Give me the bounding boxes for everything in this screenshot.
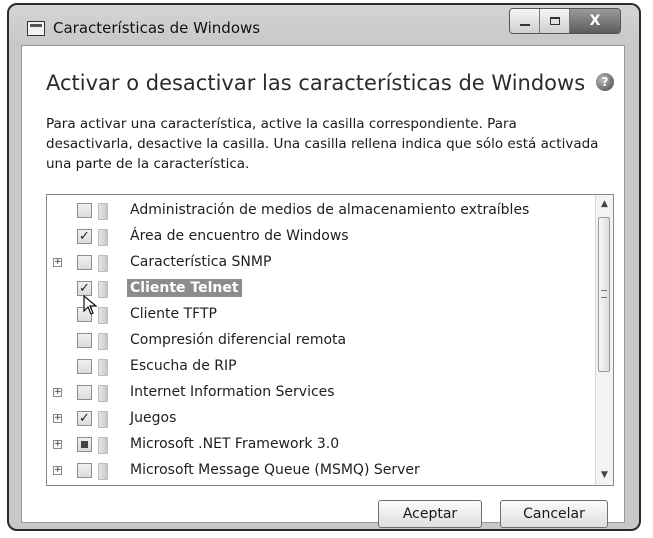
window-title: Características de Windows (53, 19, 261, 37)
instructions-text: Para activar una característica, active … (46, 116, 599, 172)
feature-checkbox[interactable] (77, 333, 92, 348)
folder-icon (98, 307, 108, 324)
window-app-icon (27, 21, 45, 36)
windows-features-dialog: Características de Windows X Activar o d… (7, 3, 641, 531)
scroll-up-arrow-icon[interactable]: ▲ (596, 196, 613, 213)
folder-icon (98, 255, 108, 272)
mouse-pointer-icon (83, 295, 98, 315)
feature-checkbox[interactable] (77, 385, 92, 400)
close-icon: X (589, 13, 601, 29)
feature-checkbox[interactable]: ✓ (77, 411, 92, 426)
expand-icon[interactable]: + (53, 414, 62, 423)
feature-label[interactable]: Característica SNMP (127, 253, 274, 271)
folder-icon (98, 229, 108, 246)
expand-icon[interactable]: + (53, 388, 62, 397)
folder-icon (98, 437, 108, 454)
folder-icon (98, 411, 108, 428)
feature-checkbox[interactable] (77, 359, 92, 374)
maximize-button[interactable] (540, 9, 570, 33)
feature-row[interactable]: + Microsoft Message Queue (MSMQ) Server (47, 459, 587, 485)
feature-checkbox[interactable]: ✓ (77, 229, 92, 244)
page-title: Activar o desactivar las características… (46, 71, 586, 95)
title-bar[interactable]: Características de Windows X (9, 5, 639, 47)
feature-checkbox[interactable] (77, 437, 92, 452)
minimize-button[interactable] (510, 9, 540, 33)
feature-label[interactable]: Área de encuentro de Windows (127, 227, 352, 245)
expand-icon[interactable]: + (53, 258, 62, 267)
feature-row[interactable]: + ✓ Juegos (47, 407, 587, 433)
feature-row[interactable]: Escucha de RIP (47, 355, 587, 381)
feature-checkbox[interactable] (77, 255, 92, 270)
folder-icon (98, 203, 108, 220)
feature-checkbox[interactable] (77, 463, 92, 478)
feature-row[interactable]: + Característica SNMP (47, 251, 587, 277)
feature-checkbox[interactable]: ✓ (77, 281, 92, 296)
features-tree[interactable]: Administración de medios de almacenamien… (46, 194, 614, 486)
folder-icon (98, 281, 108, 298)
feature-label[interactable]: Internet Information Services (127, 383, 338, 401)
folder-icon (98, 463, 108, 480)
expand-icon[interactable]: + (53, 466, 62, 475)
close-button[interactable]: X (570, 9, 620, 33)
ok-button[interactable]: Aceptar (378, 500, 482, 528)
folder-icon (98, 333, 108, 350)
feature-row[interactable]: Cliente TFTP (47, 303, 587, 329)
feature-checkbox[interactable] (77, 203, 92, 218)
feature-label[interactable]: Administración de medios de almacenamien… (127, 201, 532, 219)
feature-label[interactable]: Compresión diferencial remota (127, 331, 349, 349)
folder-icon (98, 385, 108, 402)
feature-label[interactable]: Microsoft Message Queue (MSMQ) Server (127, 461, 423, 479)
feature-label[interactable]: Cliente TFTP (127, 305, 220, 323)
dialog-content: Activar o desactivar las características… (21, 45, 625, 528)
feature-label[interactable]: Escucha de RIP (127, 357, 240, 375)
cancel-button[interactable]: Cancelar (500, 500, 608, 528)
scrollbar-thumb[interactable] (598, 217, 610, 372)
folder-icon (98, 359, 108, 376)
feature-row[interactable]: Administración de medios de almacenamien… (47, 199, 587, 225)
feature-label[interactable]: Cliente Telnet (127, 279, 242, 297)
maximize-icon (549, 17, 560, 25)
feature-row[interactable]: + Internet Information Services (47, 381, 587, 407)
feature-row[interactable]: Compresión diferencial remota (47, 329, 587, 355)
feature-row[interactable]: ✓ Área de encuentro de Windows (47, 225, 587, 251)
feature-row[interactable]: + Microsoft .NET Framework 3.0 (47, 433, 587, 459)
scroll-down-arrow-icon[interactable]: ▼ (596, 467, 613, 484)
help-icon[interactable]: ? (596, 73, 614, 91)
vertical-scrollbar[interactable]: ▲ ▼ (595, 195, 613, 485)
expand-icon[interactable]: + (53, 440, 62, 449)
window-controls: X (509, 8, 621, 34)
feature-label[interactable]: Juegos (127, 409, 179, 427)
scrollbar-grip-icon (601, 290, 607, 298)
minimize-icon (519, 24, 530, 26)
feature-label[interactable]: Microsoft .NET Framework 3.0 (127, 435, 342, 453)
feature-row[interactable]: ✓ Cliente Telnet (47, 277, 587, 303)
